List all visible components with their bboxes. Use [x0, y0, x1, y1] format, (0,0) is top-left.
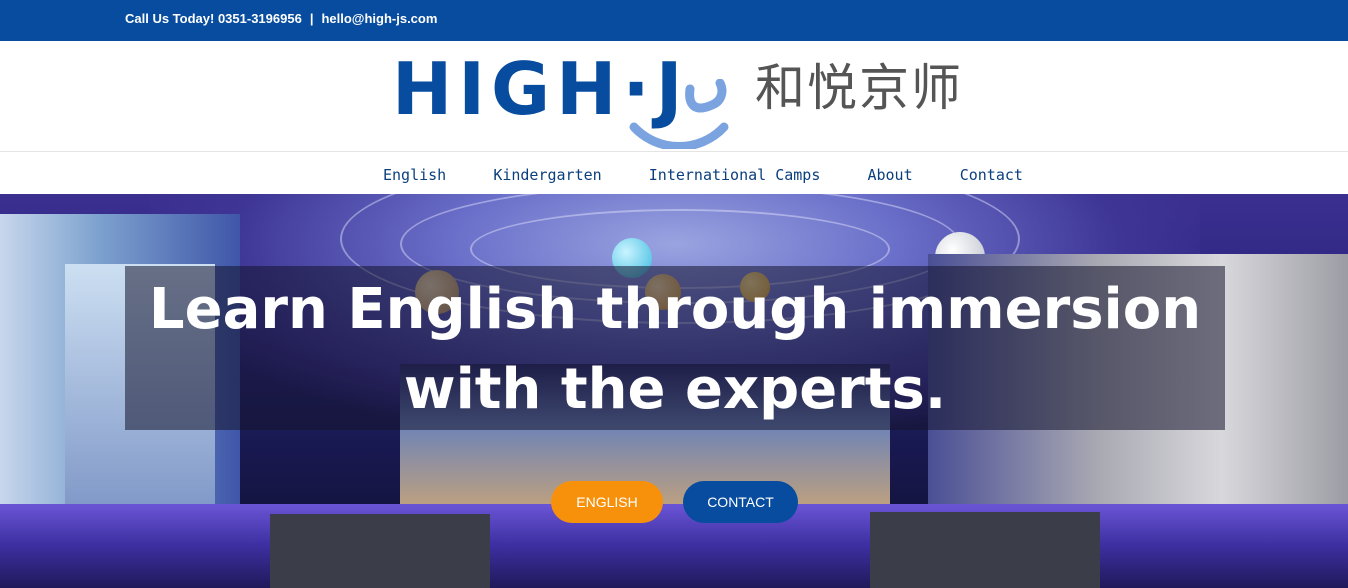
nav-link-contact[interactable]: Contact [960, 166, 1023, 184]
nav-link-about[interactable]: About [867, 166, 912, 184]
main-navigation: English Kindergarten International Camps… [0, 153, 1348, 194]
nav-item-contact: Contact [960, 165, 1023, 184]
site-logo[interactable]: HIGH·J 和悦京师 [392, 51, 963, 149]
nav-item-english: English [383, 165, 446, 184]
nav-link-kindergarten[interactable]: Kindergarten [493, 166, 601, 184]
site-header: HIGH·J 和悦京师 [0, 41, 1348, 152]
top-contact-bar: Call Us Today! 0351-3196956 | hello@high-j… [0, 0, 1348, 41]
nav-item-about: About [867, 165, 912, 184]
contact-line: Call Us Today! 0351-3196956 | hello@high-j… [125, 11, 437, 26]
nav-link-english[interactable]: English [383, 166, 446, 184]
display-table-left [270, 514, 490, 588]
hero-headline: Learn English through immersion with the… [148, 277, 1202, 422]
display-table-right [870, 512, 1100, 588]
nav-item-kindergarten: Kindergarten [493, 165, 601, 184]
nav-list: English Kindergarten International Camps… [383, 165, 1065, 184]
contact-button[interactable]: CONTACT [683, 481, 798, 523]
logo-chinese-text: 和悦京师 [755, 59, 963, 117]
phone-text: Call Us Today! 0351-3196956 [125, 11, 302, 26]
nav-link-international-camps[interactable]: International Camps [649, 166, 821, 184]
english-button[interactable]: ENGLISH [551, 481, 663, 523]
logo-smile-icon [629, 79, 729, 149]
exhibit-floor [0, 504, 1348, 588]
separator: | [309, 11, 314, 26]
hero-banner: Learn English through immersion with the… [0, 194, 1348, 588]
nav-item-international-camps: International Camps [649, 165, 821, 184]
email-link[interactable]: hello@high-js.com [321, 11, 437, 26]
